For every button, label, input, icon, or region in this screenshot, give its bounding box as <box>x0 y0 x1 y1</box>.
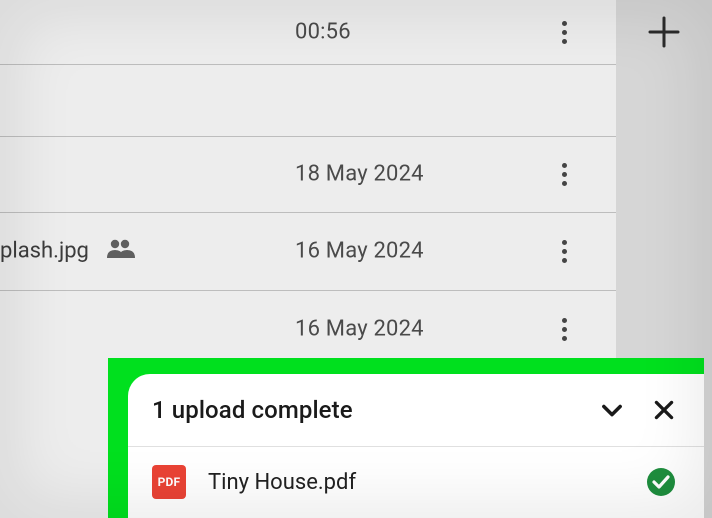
add-button[interactable] <box>640 8 688 56</box>
file-name: plash.jpg <box>0 239 89 264</box>
file-row[interactable] <box>0 64 616 137</box>
upload-filename: Tiny House.pdf <box>208 470 646 495</box>
upload-snackbar: 1 upload complete PDF Tiny House.pdf <box>128 374 704 518</box>
snackbar-title: 1 upload complete <box>152 396 580 424</box>
upload-item[interactable]: PDF Tiny House.pdf <box>128 447 704 517</box>
file-row[interactable]: plash.jpg 16 May 2024 <box>0 212 616 291</box>
pdf-icon: PDF <box>152 465 186 499</box>
more-menu-button[interactable] <box>552 162 576 186</box>
more-menu-button[interactable] <box>552 20 576 44</box>
file-date: 18 May 2024 <box>295 162 424 187</box>
success-icon <box>646 467 676 497</box>
file-date: 16 May 2024 <box>295 239 424 264</box>
file-date: 16 May 2024 <box>295 317 424 342</box>
more-menu-button[interactable] <box>552 239 576 263</box>
more-menu-button[interactable] <box>552 317 576 341</box>
shared-icon <box>105 238 135 264</box>
collapse-button[interactable] <box>592 390 632 430</box>
file-date: 00:56 <box>295 20 351 45</box>
close-button[interactable] <box>644 390 684 430</box>
file-row[interactable]: 00:56 <box>0 0 616 65</box>
file-row[interactable]: 18 May 2024 <box>0 136 616 213</box>
file-row[interactable]: 16 May 2024 <box>0 290 616 368</box>
